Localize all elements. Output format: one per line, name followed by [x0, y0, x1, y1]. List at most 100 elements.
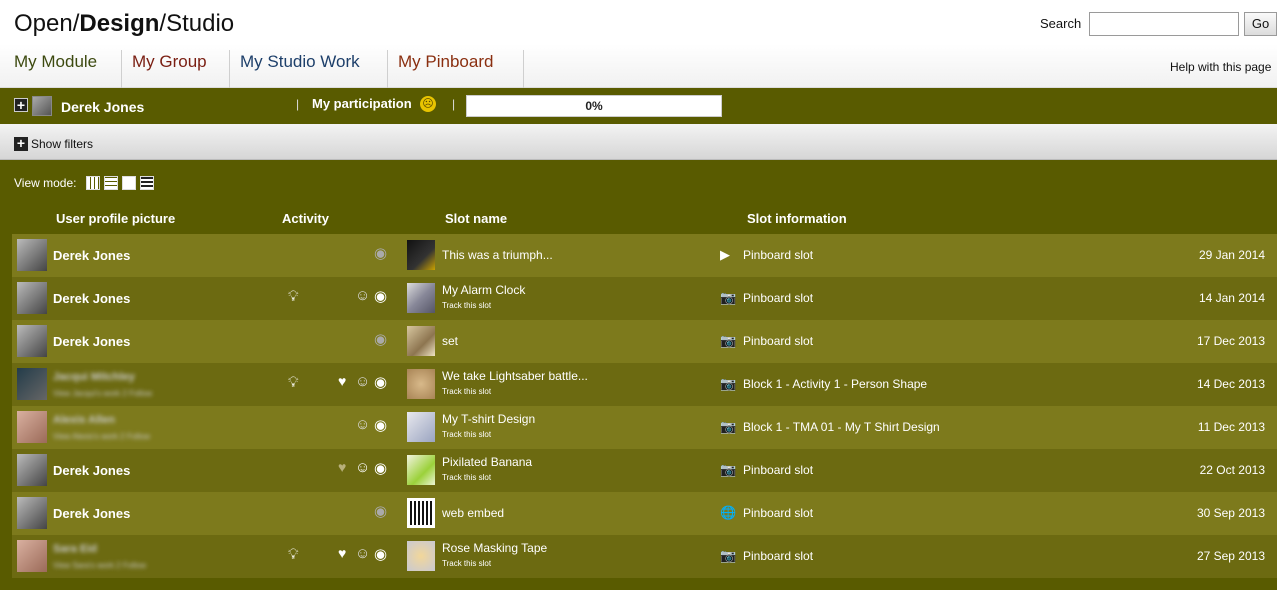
table-row[interactable]: Sara Eid View Sara's work 2 Follow 💡︎ ♥ … [12, 535, 1277, 578]
smile-icon[interactable]: ☺ [355, 287, 370, 304]
slot-date: 11 Dec 2013 [1197, 420, 1265, 434]
tab-my-group[interactable]: My Group [122, 50, 230, 88]
slot-info[interactable]: Block 1 - TMA 01 - My T Shirt Design [743, 420, 940, 434]
row-user-sub[interactable]: View Jacqui's work 2 Follow [53, 389, 152, 398]
row-user-name[interactable]: Jacqui Mitchley [53, 371, 135, 383]
table-row[interactable]: Jacqui Mitchley View Jacqui's work 2 Fol… [12, 363, 1277, 406]
lightbulb-icon[interactable]: 💡︎ [288, 374, 299, 391]
camera-icon: 📷 [720, 333, 737, 348]
row-user-name[interactable]: Derek Jones [53, 463, 130, 478]
show-filters-plus-icon[interactable]: + [14, 136, 28, 151]
eye-icon[interactable]: ◉ [374, 330, 387, 348]
table-row[interactable]: Derek Jones ◉ set 📷 Pinboard slot 17 Dec… [12, 320, 1277, 363]
avatar[interactable] [17, 325, 47, 357]
slot-name-link[interactable]: set [442, 334, 458, 348]
slot-thumbnail[interactable] [407, 240, 435, 270]
row-user-name[interactable]: Derek Jones [53, 291, 130, 306]
lightbulb-icon[interactable]: 💡︎ [288, 546, 299, 563]
eye-icon[interactable]: ◉ [374, 373, 387, 391]
smile-icon[interactable]: ☺ [355, 459, 370, 476]
smile-icon[interactable]: ☺ [355, 373, 370, 390]
avatar[interactable] [17, 368, 47, 400]
tile-view-icon[interactable] [104, 176, 118, 190]
eye-icon[interactable]: ◉ [374, 502, 387, 520]
slot-info[interactable]: Pinboard slot [743, 549, 813, 563]
slot-info[interactable]: Pinboard slot [743, 506, 813, 520]
heart-icon[interactable]: ♥ [338, 373, 346, 389]
eye-icon[interactable]: ◉ [374, 459, 387, 477]
slot-info[interactable]: Block 1 - Activity 1 - Person Shape [743, 377, 927, 391]
avatar[interactable] [17, 239, 47, 271]
grid-view-icon[interactable] [86, 176, 100, 190]
avatar[interactable] [17, 497, 47, 529]
filter-bar [0, 124, 1277, 160]
search-input[interactable] [1089, 12, 1239, 36]
go-button[interactable]: Go [1244, 12, 1277, 36]
slot-thumbnail[interactable] [407, 369, 435, 399]
slot-thumbnail[interactable] [407, 412, 435, 442]
globe-icon: 🌐 [720, 505, 737, 520]
slot-thumbnail[interactable] [407, 498, 435, 528]
current-user-name[interactable]: Derek Jones [61, 99, 144, 115]
slot-thumbnail[interactable] [407, 455, 435, 485]
card-view-icon[interactable] [122, 176, 136, 190]
slot-name-link[interactable]: This was a triumph... [442, 248, 553, 262]
row-user-sub[interactable]: View Sara's work 2 Follow [53, 561, 146, 570]
tab-my-pinboard[interactable]: My Pinboard [388, 50, 524, 88]
heart-icon[interactable]: ♥ [338, 459, 346, 475]
eye-icon[interactable]: ◉ [374, 416, 387, 434]
slot-thumbnail[interactable] [407, 283, 435, 313]
slot-info[interactable]: Pinboard slot [743, 248, 813, 262]
slot-name-link[interactable]: We take Lightsaber battle... [442, 369, 588, 383]
slot-date: 30 Sep 2013 [1196, 506, 1265, 520]
eye-icon[interactable]: ◉ [374, 287, 387, 305]
avatar[interactable] [17, 454, 47, 486]
slot-info[interactable]: Pinboard slot [743, 463, 813, 477]
slot-thumbnail[interactable] [407, 326, 435, 356]
column-header-slot-name: Slot name [445, 211, 508, 226]
avatar[interactable] [17, 540, 47, 572]
smile-icon[interactable]: ☺ [355, 416, 370, 433]
track-slot-link[interactable]: Track this slot [442, 430, 491, 439]
row-user-sub[interactable]: View Alexis's work 2 Follow [53, 432, 150, 441]
slot-thumbnail[interactable] [407, 541, 435, 571]
table-row[interactable]: Derek Jones ◉ web embed 🌐 Pinboard slot … [12, 492, 1277, 535]
heart-icon[interactable]: ♥ [338, 545, 346, 561]
table-row[interactable]: Derek Jones ◉ This was a triumph... ▶ Pi… [12, 234, 1277, 277]
expand-plus-icon[interactable]: + [14, 98, 28, 112]
slot-name-link[interactable]: My T-shirt Design [442, 412, 535, 426]
row-user-name[interactable]: Alexis Allen [53, 414, 115, 426]
table-row[interactable]: Alexis Allen View Alexis's work 2 Follow… [12, 406, 1277, 449]
slot-date: 29 Jan 2014 [1198, 248, 1265, 262]
track-slot-link[interactable]: Track this slot [442, 559, 491, 568]
tab-my-module[interactable]: My Module [4, 50, 122, 88]
tab-bar: My Module My Group My Studio Work My Pin… [0, 44, 1277, 88]
eye-icon[interactable]: ◉ [374, 244, 387, 262]
table-row[interactable]: Derek Jones ♥ ☺ ◉ Pixilated Banana Track… [12, 449, 1277, 492]
column-header-activity: Activity [282, 211, 329, 226]
slot-name-link[interactable]: web embed [442, 506, 504, 520]
track-slot-link[interactable]: Track this slot [442, 387, 491, 396]
row-user-name[interactable]: Derek Jones [53, 334, 130, 349]
slot-name-link[interactable]: Rose Masking Tape [442, 541, 547, 555]
track-slot-link[interactable]: Track this slot [442, 301, 491, 310]
help-link[interactable]: Help with this page [1170, 60, 1271, 74]
avatar[interactable] [17, 411, 47, 443]
show-filters-button[interactable]: Show filters [31, 137, 93, 151]
lightbulb-icon[interactable]: 💡︎ [288, 288, 299, 305]
smile-icon[interactable]: ☺ [355, 545, 370, 562]
tab-my-studio-work[interactable]: My Studio Work [230, 50, 388, 88]
row-user-name[interactable]: Derek Jones [53, 248, 130, 263]
avatar[interactable] [17, 282, 47, 314]
row-user-name[interactable]: Sara Eid [53, 543, 97, 555]
eye-icon[interactable]: ◉ [374, 545, 387, 563]
track-slot-link[interactable]: Track this slot [442, 473, 491, 482]
slot-name-link[interactable]: Pixilated Banana [442, 455, 532, 469]
site-logo[interactable]: Open/Design/Studio [14, 10, 234, 38]
list-view-icon[interactable] [140, 176, 154, 190]
slot-info[interactable]: Pinboard slot [743, 334, 813, 348]
slot-name-link[interactable]: My Alarm Clock [442, 283, 525, 297]
table-row[interactable]: Derek Jones 💡︎ ☺ ◉ My Alarm Clock Track … [12, 277, 1277, 320]
slot-info[interactable]: Pinboard slot [743, 291, 813, 305]
row-user-name[interactable]: Derek Jones [53, 506, 130, 521]
